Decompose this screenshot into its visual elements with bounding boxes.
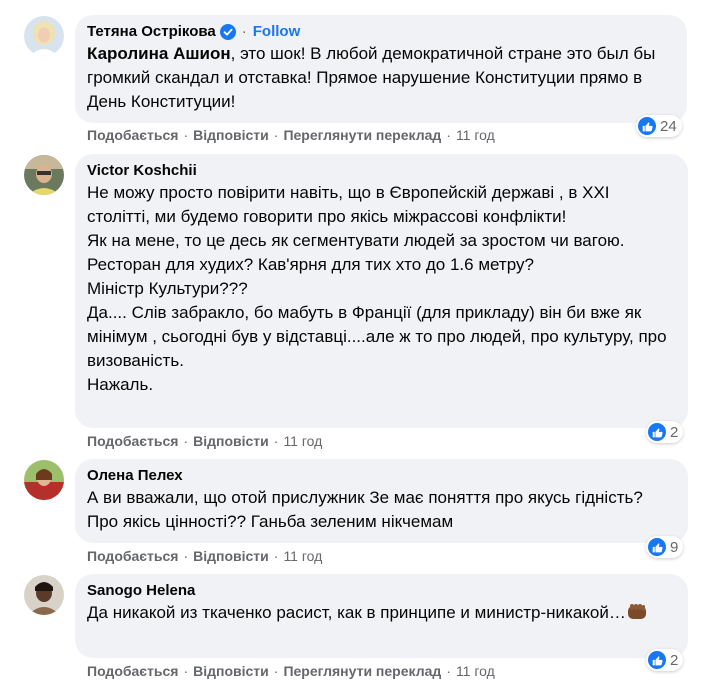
author-name[interactable]: Тетяна Острікова [87, 22, 216, 42]
reaction-count-badge[interactable]: 24 [636, 115, 682, 137]
reaction-count-badge[interactable]: 2 [646, 649, 684, 671]
like-link[interactable]: Подобається [87, 433, 178, 449]
reply-link[interactable]: Відповісти [193, 433, 269, 449]
separator-dot: · [273, 127, 279, 143]
reaction-count-badge[interactable]: 2 [646, 421, 684, 443]
reaction-count: 9 [670, 538, 679, 556]
separator-dot: · [273, 663, 279, 679]
separator-dot: · [183, 548, 189, 564]
timestamp[interactable]: 11 год [283, 548, 322, 564]
reaction-count: 2 [670, 651, 679, 669]
like-icon [638, 117, 656, 135]
separator-dot: · [273, 433, 279, 449]
comment-actions: Подобається · Відповісти · 11 год [87, 433, 322, 449]
like-icon [648, 423, 666, 441]
comment-text: Да никакой из ткаченко расист, как в при… [87, 601, 676, 625]
avatar[interactable] [24, 460, 64, 500]
comment-author-row: Тетяна Острікова · Follow [87, 22, 675, 42]
separator-dot: · [183, 127, 189, 143]
separator-dot: · [241, 23, 247, 40]
comment-text: Каролина Ашион, это шок! В любой демокра… [87, 42, 675, 114]
comment-text: Не можу просто повірити навіть, що в Євр… [87, 183, 667, 394]
author-name[interactable]: Sanogo Helena [87, 581, 195, 601]
timestamp[interactable]: 11 год [456, 127, 495, 143]
like-link[interactable]: Подобається [87, 127, 178, 143]
author-name[interactable]: Олена Пелех [87, 466, 183, 486]
avatar[interactable] [24, 575, 64, 615]
comment-bubble: Тетяна Острікова · Follow Каролина Ашион… [75, 15, 687, 123]
follow-button[interactable]: Follow [253, 22, 301, 42]
like-icon [648, 538, 666, 556]
reply-link[interactable]: Відповісти [193, 127, 269, 143]
verified-badge-icon [219, 24, 236, 40]
timestamp[interactable]: 11 год [283, 433, 322, 449]
reply-link[interactable]: Відповісти [193, 548, 269, 564]
comment-text: А ви вважали, що отой прислужник Зе має … [87, 488, 648, 531]
author-name[interactable]: Victor Koshchii [87, 161, 197, 181]
comment-bubble: Sanogo Helena Да никакой из ткаченко рас… [75, 574, 688, 658]
reaction-count-badge[interactable]: 9 [646, 536, 684, 558]
like-link[interactable]: Подобається [87, 663, 178, 679]
like-icon [648, 651, 666, 669]
separator-dot: · [183, 663, 189, 679]
avatar[interactable] [24, 16, 64, 56]
mention-link[interactable]: Каролина Ашион [87, 44, 231, 63]
avatar[interactable] [24, 155, 64, 195]
comment-author-row: Victor Koshchii [87, 161, 676, 181]
comment-text-body: Да никакой из ткаченко расист, как в при… [87, 603, 626, 622]
translate-link[interactable]: Переглянути переклад [283, 663, 441, 679]
comment-bubble: Олена Пелех А ви вважали, що отой прислу… [75, 459, 688, 543]
comment-author-row: Олена Пелех [87, 466, 676, 486]
reaction-count: 2 [670, 423, 679, 441]
separator-dot: · [446, 127, 451, 143]
comment-actions: Подобається · Відповісти · Переглянути п… [87, 127, 495, 143]
like-link[interactable]: Подобається [87, 548, 178, 564]
comment-bubble: Victor Koshchii Не можу просто повірити … [75, 154, 688, 428]
separator-dot: · [183, 433, 189, 449]
separator-dot: · [446, 663, 451, 679]
reaction-count: 24 [660, 117, 677, 135]
comment-actions: Подобається · Відповісти · Переглянути п… [87, 663, 495, 679]
fist-emoji-icon [626, 602, 648, 622]
comment-author-row: Sanogo Helena [87, 581, 676, 601]
reply-link[interactable]: Відповісти [193, 663, 269, 679]
comment-actions: Подобається · Відповісти · 11 год [87, 548, 322, 564]
separator-dot: · [273, 548, 279, 564]
timestamp[interactable]: 11 год [456, 663, 495, 679]
translate-link[interactable]: Переглянути переклад [283, 127, 441, 143]
